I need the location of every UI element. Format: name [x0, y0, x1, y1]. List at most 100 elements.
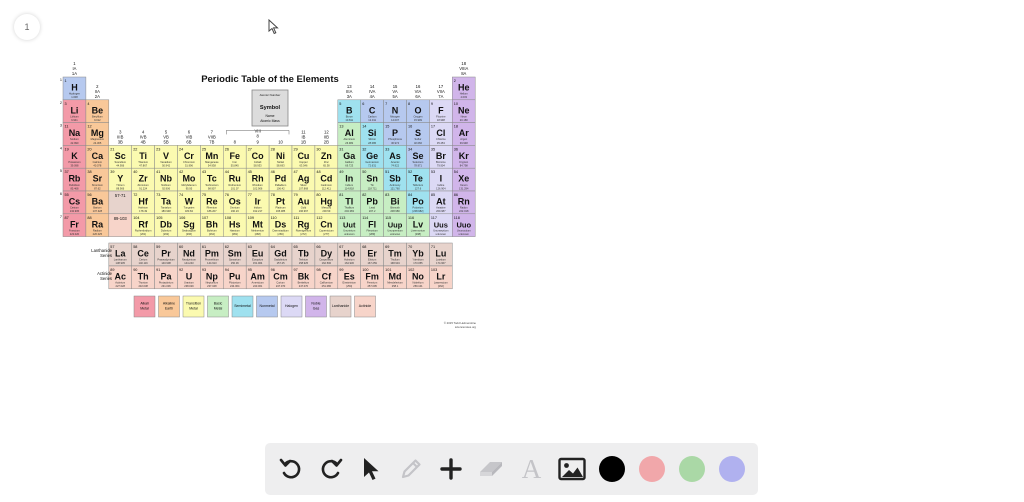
element-Hs: 108HsHassium[269]: [223, 213, 247, 237]
group-label-3: 3B: [118, 139, 123, 144]
atomic-mass: 101.07: [231, 186, 239, 190]
atomic-mass: 168.934: [390, 261, 400, 265]
element-symbol: Mn: [205, 151, 218, 161]
atomic-mass: 22.990: [70, 141, 78, 145]
redo-button[interactable]: [313, 451, 349, 487]
element-name: Praseodymium: [157, 258, 174, 262]
element-name: Berkelium: [298, 281, 310, 285]
element-name: Ytterbium: [412, 258, 423, 262]
lanthanide-series-label-2: Series: [100, 253, 112, 258]
element-symbol: Sb: [389, 174, 401, 184]
image-tool-button[interactable]: [554, 451, 590, 487]
atomic-mass: 227.028: [116, 284, 126, 288]
atomic-mass: 132.905: [70, 209, 80, 213]
eraser-tool-button[interactable]: [473, 451, 509, 487]
atomic-mass: 10.811: [345, 118, 353, 122]
element-name: Oxygen: [413, 114, 422, 118]
element-symbol: Uus: [434, 220, 448, 229]
element-Hg: 80HgMercury200.59: [314, 190, 339, 215]
element-name: Zinc: [324, 160, 330, 164]
add-button[interactable]: [433, 451, 469, 487]
element-symbol: Cu: [297, 151, 309, 161]
element-name: Lithium: [70, 114, 78, 118]
element-Mt: 109MtMeitnerium[268]: [245, 213, 270, 237]
atomic-mass: 258.1: [392, 284, 399, 288]
atomic-mass: 251.080: [322, 284, 332, 288]
element-symbol: Bh: [206, 219, 218, 229]
element-name: Protactinium: [159, 281, 173, 285]
element-symbol: Co: [252, 151, 264, 161]
element-Uut: 113UutUnuntriumunknown: [337, 213, 361, 237]
atomic-number: 17: [431, 125, 435, 129]
atomic-mass: 54.938: [208, 164, 216, 168]
element-name: Ruthenium: [228, 183, 241, 187]
atomic-mass: unknown: [344, 232, 355, 236]
element-Si: 14SiSilicon28.086: [360, 122, 384, 146]
element-name: Iridium: [254, 206, 262, 210]
atomic-mass: 178.49: [139, 209, 147, 213]
group-label-6: 6B: [186, 139, 191, 144]
element-name: Uranium: [184, 281, 194, 285]
atomic-mass: 174.967: [436, 261, 446, 265]
color-red-button[interactable]: [634, 451, 670, 487]
element-name: Osmium: [230, 206, 240, 210]
element-symbol: Uut: [343, 220, 356, 229]
element-Bi: 83BiBismuth208.980: [383, 190, 407, 215]
element-name: Indium: [345, 183, 353, 187]
element-name: Fluorine: [436, 114, 446, 118]
element-Fm: 100FmFermium257.095: [360, 265, 384, 290]
text-tool-button[interactable]: A: [514, 451, 550, 487]
atomic-mass: 144.243: [184, 261, 194, 265]
element-Cn: 112CnCopernicium[277]: [314, 213, 339, 237]
atomic-mass: [266]: [186, 232, 192, 236]
element-name: Magnesium: [91, 137, 104, 141]
element-symbol: Si: [368, 128, 377, 138]
legend-item-basic: BasicMetal: [207, 295, 229, 318]
atomic-mass: 186.207: [207, 209, 217, 213]
atomic-mass: 50.942: [162, 164, 170, 168]
element-name: Neodymium: [182, 258, 196, 262]
element-name: Rutherfordium: [135, 228, 151, 232]
color-black-button[interactable]: [594, 451, 630, 487]
atomic-mass: 18.998: [437, 118, 445, 122]
element-symbol: O: [414, 105, 421, 115]
element-symbol: Zn: [321, 151, 332, 161]
element-symbol: Rg: [297, 219, 309, 229]
element-symbol: Lu: [435, 249, 446, 259]
color-purple-button[interactable]: [714, 451, 750, 487]
color-green-button[interactable]: [674, 451, 710, 487]
element-name: Thulium: [390, 258, 399, 262]
element-He: 2HeHelium4.003: [452, 76, 476, 101]
element-symbol: Ra: [92, 219, 104, 229]
atomic-mass: 1.008: [71, 95, 78, 99]
select-tool-button[interactable]: [353, 451, 389, 487]
element-symbol: Mt: [252, 219, 263, 229]
element-symbol: Pu: [229, 272, 241, 282]
element-symbol: Rf: [138, 219, 148, 229]
element-name: Polonium: [413, 206, 424, 210]
element-name: Palladium: [275, 183, 286, 187]
element-name: Radium: [93, 228, 102, 232]
element-name: Rubidium: [69, 183, 80, 187]
color-red-swatch: [638, 456, 665, 482]
undo-button[interactable]: [273, 451, 309, 487]
atomic-number: 68: [362, 245, 366, 249]
atomic-mass: 137.328: [93, 209, 103, 213]
atomic-mass: 222.018: [459, 209, 469, 213]
atomic-mass: 14.007: [391, 118, 399, 122]
element-name: Boron: [346, 114, 353, 118]
element-Ir: 77IrIridium192.217: [245, 190, 270, 215]
element-H: 1HHydrogen1.008: [62, 76, 87, 101]
element-symbol: Bi: [391, 197, 400, 207]
element-B: 5 BBoron10.811: [337, 99, 361, 123]
element-symbol: Fe: [229, 151, 240, 161]
element-name: Tantalum: [161, 206, 172, 210]
element-Rb: 37RbRubidium85.468: [62, 167, 87, 192]
legend-item-semi: Semimetal: [231, 295, 254, 318]
element-Ra: 88RaRadium226.025: [85, 213, 110, 237]
atomic-mass: 102.906: [253, 186, 263, 190]
legend-item-act: Actinide: [354, 295, 376, 318]
pen-tool-button[interactable]: [393, 451, 429, 487]
atomic-number: 74: [179, 193, 183, 197]
element-Ti: 22TiTitanium47.867: [131, 145, 155, 169]
